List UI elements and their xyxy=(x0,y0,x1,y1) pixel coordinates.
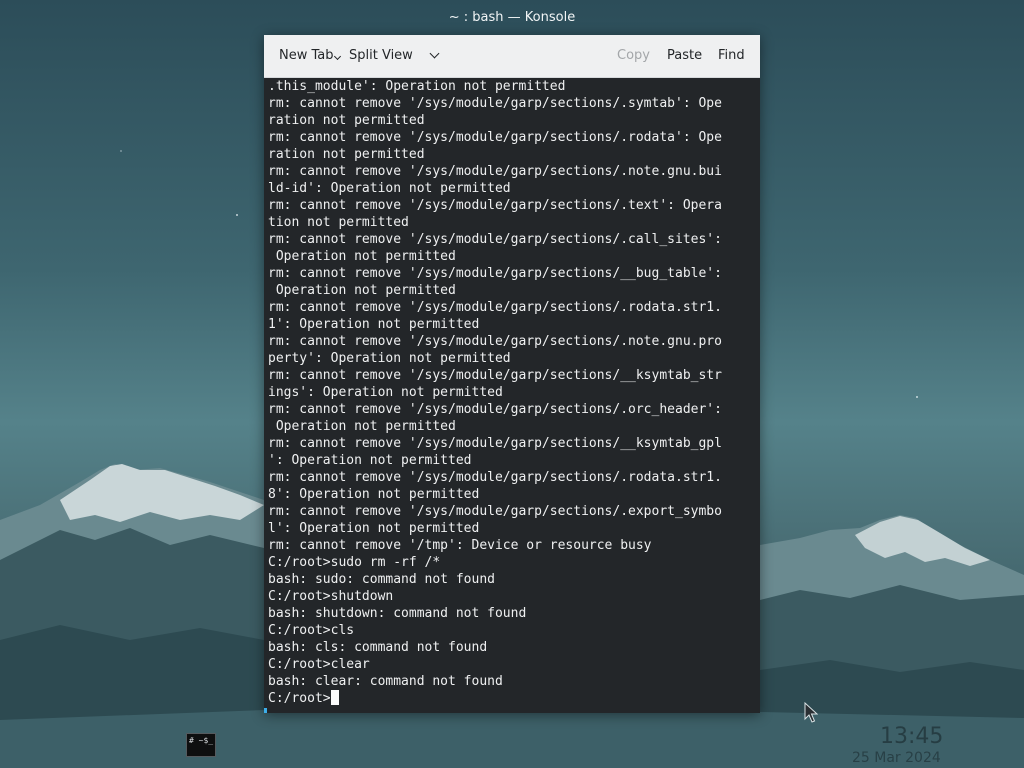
terminal-line: rm: cannot remove '/sys/module/garp/sect… xyxy=(268,300,722,315)
konsole-window: New Tab Split View Copy Paste Find .this… xyxy=(264,35,760,713)
terminal-line: rm: cannot remove '/sys/module/garp/sect… xyxy=(268,470,722,485)
terminal-line: C:/root>cls xyxy=(268,623,355,638)
window-title: ~ : bash — Konsole xyxy=(448,10,576,25)
terminal-line: rm: cannot remove '/sys/module/garp/sect… xyxy=(268,130,722,145)
terminal-line: 1': Operation not permitted xyxy=(268,317,480,332)
terminal-line: l': Operation not permitted xyxy=(268,521,480,536)
terminal-line: rm: cannot remove '/sys/module/garp/sect… xyxy=(268,436,722,451)
terminal-line: rm: cannot remove '/sys/module/garp/sect… xyxy=(268,198,722,213)
terminal-line: Operation not permitted xyxy=(268,419,456,434)
terminal-line: C:/root>sudo rm -rf /* xyxy=(268,555,441,570)
new-tab-button[interactable]: New Tab xyxy=(279,48,341,64)
terminal-line: C:/root>shutdown xyxy=(268,589,394,604)
terminal-view[interactable]: .this_module': Operation not permitted rm… xyxy=(264,78,760,713)
terminal-line: C:/root>clear xyxy=(268,657,370,672)
terminal-line: Operation not permitted xyxy=(268,283,456,298)
chevron-down-icon xyxy=(333,52,341,61)
clock-time: 13:45 xyxy=(880,724,944,749)
terminal-line: rm: cannot remove '/sys/module/garp/sect… xyxy=(268,504,722,519)
paste-button[interactable]: Paste xyxy=(667,48,702,64)
terminal-line: perty': Operation not permitted xyxy=(268,351,511,366)
find-button[interactable]: Find xyxy=(718,48,745,64)
terminal-line: 8': Operation not permitted xyxy=(268,487,480,502)
mouse-pointer-icon xyxy=(804,702,818,723)
terminal-line: ration not permitted xyxy=(268,113,425,128)
terminal-line: rm: cannot remove '/sys/module/garp/sect… xyxy=(268,164,722,179)
terminal-line: bash: cls: command not found xyxy=(268,640,488,655)
new-tab-label: New Tab xyxy=(279,48,334,63)
terminal-line: .this_module': Operation not permitted xyxy=(268,79,566,94)
terminal-line: rm: cannot remove '/sys/module/garp/sect… xyxy=(268,402,722,417)
clock-date: 25 Mar 2024 xyxy=(852,750,941,766)
terminal-line: rm: cannot remove '/sys/module/garp/sect… xyxy=(268,368,722,383)
terminal-prompt-line: C:/root> xyxy=(268,690,722,707)
terminal-line: rm: cannot remove '/sys/module/garp/sect… xyxy=(268,232,722,247)
terminal-line: rm: cannot remove '/sys/module/garp/sect… xyxy=(268,266,722,281)
task-konsole-thumbnail[interactable]: # ~$_ xyxy=(186,733,216,757)
text-cursor xyxy=(330,690,339,705)
copy-button[interactable]: Copy xyxy=(617,48,650,64)
line-marker xyxy=(264,708,267,713)
toolbar: New Tab Split View Copy Paste Find xyxy=(264,35,760,78)
terminal-line: ld-id': Operation not permitted xyxy=(268,181,511,196)
terminal-line: Operation not permitted xyxy=(268,249,456,264)
terminal-line: rm: cannot remove '/sys/module/garp/sect… xyxy=(268,334,722,349)
terminal-line: tion not permitted xyxy=(268,215,409,230)
terminal-output: .this_module': Operation not permitted rm… xyxy=(268,78,722,707)
terminal-line: ': Operation not permitted xyxy=(268,453,472,468)
terminal-line: bash: clear: command not found xyxy=(268,674,503,689)
terminal-line: bash: sudo: command not found xyxy=(268,572,495,587)
terminal-line: ration not permitted xyxy=(268,147,425,162)
chevron-down-icon xyxy=(429,48,440,59)
split-view-button[interactable]: Split View xyxy=(349,48,440,64)
split-view-label: Split View xyxy=(349,48,413,63)
terminal-line: rm: cannot remove '/sys/module/garp/sect… xyxy=(268,96,722,111)
terminal-prompt: C:/root> xyxy=(268,691,331,706)
terminal-line: bash: shutdown: command not found xyxy=(268,606,527,621)
terminal-line: ings': Operation not permitted xyxy=(268,385,503,400)
terminal-line: rm: cannot remove '/tmp': Device or reso… xyxy=(268,538,652,553)
